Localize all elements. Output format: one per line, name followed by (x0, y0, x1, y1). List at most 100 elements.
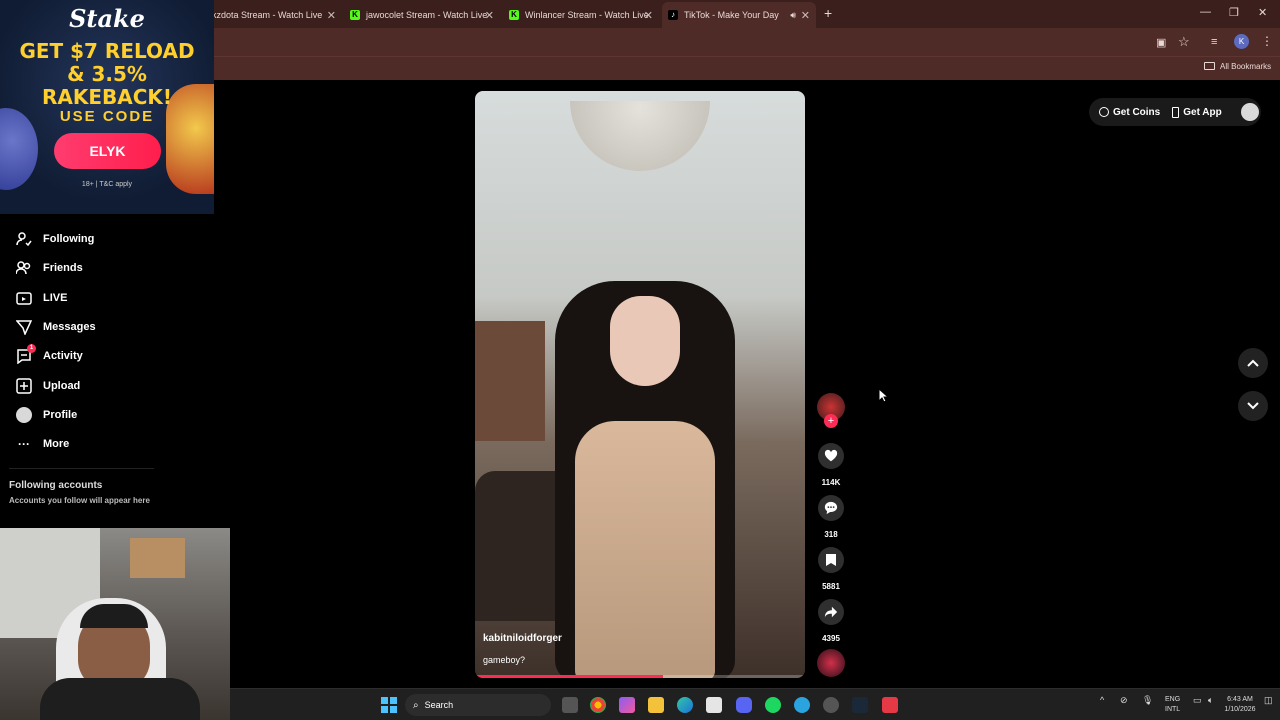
task-view-icon[interactable] (562, 697, 578, 713)
comment-button[interactable]: 318 (817, 495, 845, 539)
sidebar-item-messages[interactable]: Messages (16, 317, 96, 337)
minimize-icon[interactable]: — (1200, 6, 1211, 18)
previous-video-button[interactable] (1238, 348, 1268, 378)
volume-icon[interactable]: 🔈︎ (1208, 695, 1213, 705)
taskbar-search[interactable]: ⌕ Search (405, 694, 551, 716)
comment-icon (818, 495, 844, 521)
tab-label: jawocolet Stream - Watch Live (366, 10, 488, 20)
tab-jawocolet[interactable]: K jawocolet Stream - Watch Live ✕ (350, 4, 494, 26)
messages-icon (16, 319, 32, 335)
new-tab-button[interactable]: + (824, 5, 832, 21)
clock[interactable]: 6:43 AM 1/10/2026 (1220, 695, 1260, 715)
sidebar-item-label: LIVE (43, 292, 68, 304)
subject-dress (575, 421, 715, 678)
get-coins-button[interactable]: Get Coins (1113, 107, 1160, 118)
file-explorer-icon[interactable] (648, 697, 664, 713)
sidebar-item-more[interactable]: ··· More (16, 434, 69, 454)
ad-headline-line1: GET $7 RELOAD (19, 39, 195, 63)
video-player[interactable]: kabitniloidforger gameboy? (475, 91, 805, 678)
speaker-icon[interactable]: 🔊︎ (790, 10, 796, 21)
maximize-icon[interactable]: ❐ (1229, 6, 1239, 19)
close-icon[interactable]: ✕ (485, 9, 494, 22)
sidebar-item-following[interactable]: Following (16, 229, 94, 249)
get-app-button[interactable]: Get App (1183, 107, 1222, 118)
sidebar-item-label: Friends (43, 262, 83, 274)
copilot-icon[interactable] (619, 697, 635, 713)
sidebar-item-upload[interactable]: Upload (16, 376, 80, 396)
media-icon[interactable]: ≡ (1211, 36, 1217, 48)
ad-code-button[interactable]: ELYK (54, 133, 161, 169)
tab-winlancer[interactable]: K Winlancer Stream - Watch Live ✕ (509, 4, 653, 26)
more-icon: ··· (18, 437, 30, 451)
spotify-icon[interactable] (765, 697, 781, 713)
close-icon[interactable]: ✕ (801, 9, 810, 22)
like-button[interactable]: 114K (817, 443, 845, 487)
edge-icon[interactable] (677, 697, 693, 713)
sidebar-item-profile[interactable]: Profile (16, 405, 77, 425)
search-label: Search (424, 700, 454, 710)
coin-icon (1099, 107, 1109, 117)
progress-fill (475, 675, 664, 678)
top-right-actions: Get Coins Get App (1089, 98, 1261, 126)
display-icon[interactable]: ▭ (1193, 695, 1202, 705)
menu-icon[interactable]: ⋮ (1261, 34, 1273, 48)
avatar[interactable]: K (1234, 34, 1249, 49)
app-icon[interactable] (882, 697, 898, 713)
close-icon[interactable]: ✕ (644, 9, 653, 22)
notifications-icon[interactable]: ◫ (1264, 695, 1273, 705)
kick-icon: K (350, 10, 360, 20)
follow-plus-icon[interactable]: + (824, 414, 838, 428)
ad-brand: Stake (69, 4, 145, 33)
sidebar-item-label: Upload (43, 380, 81, 392)
network-icon[interactable]: ⊘ (1120, 695, 1128, 705)
obs-icon[interactable] (823, 697, 839, 713)
following-accounts-subtitle: Accounts you follow will appear here (9, 496, 150, 505)
sidebar-item-friends[interactable]: Friends (16, 258, 83, 278)
share-icon (818, 599, 844, 625)
stake-ad-overlay: Stake GET $7 RELOAD & 3.5% RAKEBACK! USE… (0, 0, 214, 214)
tray-chevron-icon[interactable]: ^ (1100, 695, 1104, 705)
clock-date: 1/10/2026 (1224, 706, 1256, 713)
language-indicator[interactable]: ENG INTL (1165, 695, 1180, 715)
comment-count: 318 (824, 530, 838, 539)
discord-icon[interactable] (736, 697, 752, 713)
close-icon[interactable]: ✕ (327, 9, 336, 22)
tiktok-icon: ♪ (668, 10, 678, 20)
store-icon[interactable] (706, 697, 722, 713)
close-window-icon[interactable]: ✕ (1258, 6, 1267, 19)
next-video-button[interactable] (1238, 391, 1268, 421)
save-button[interactable]: 5881 (817, 547, 845, 591)
heart-icon (818, 443, 844, 469)
telegram-icon[interactable] (794, 697, 810, 713)
tab-label: kzdota Stream - Watch Live (212, 10, 323, 20)
chrome-icon[interactable] (590, 697, 606, 713)
video-author[interactable]: kabitniloidforger (483, 633, 562, 644)
tab-tiktok[interactable]: ♪ TikTok - Make Your Day 🔊︎ ✕ (662, 2, 816, 28)
microphone-icon[interactable]: 🎙︎ (1142, 695, 1153, 705)
language-line1: ENG (1165, 696, 1181, 703)
windows-start-icon[interactable] (381, 697, 397, 713)
star-icon[interactable]: ☆ (1178, 34, 1190, 50)
steam-icon[interactable] (852, 697, 868, 713)
notification-badge: 1 (27, 344, 36, 353)
avatar[interactable] (1240, 103, 1259, 121)
bookmark-icon (818, 547, 844, 573)
cast-icon[interactable]: ▣ (1156, 36, 1166, 49)
sidebar-item-activity[interactable]: 1 Activity (16, 344, 83, 366)
divider (9, 468, 154, 469)
search-icon: ⌕ (413, 699, 419, 711)
all-bookmarks-link[interactable]: All Bookmarks (1220, 62, 1271, 71)
tab-label: Winlancer Stream - Watch Live (525, 10, 649, 20)
sidebar-item-live[interactable]: LIVE (16, 288, 67, 308)
sound-disc-button[interactable] (817, 649, 845, 677)
sidebar-item-label: Profile (43, 409, 78, 421)
phone-icon (1172, 106, 1180, 118)
following-accounts-title: Following accounts (9, 480, 103, 491)
mouse-cursor-icon (878, 388, 888, 403)
video-progress-bar[interactable] (475, 675, 805, 678)
folder-icon (1204, 62, 1215, 70)
author-avatar-button[interactable]: + (817, 393, 845, 428)
save-count: 5881 (822, 582, 840, 591)
share-button[interactable]: 4395 (817, 599, 845, 643)
tab-kzdota[interactable]: kzdota Stream - Watch Live ✕ (212, 4, 336, 26)
